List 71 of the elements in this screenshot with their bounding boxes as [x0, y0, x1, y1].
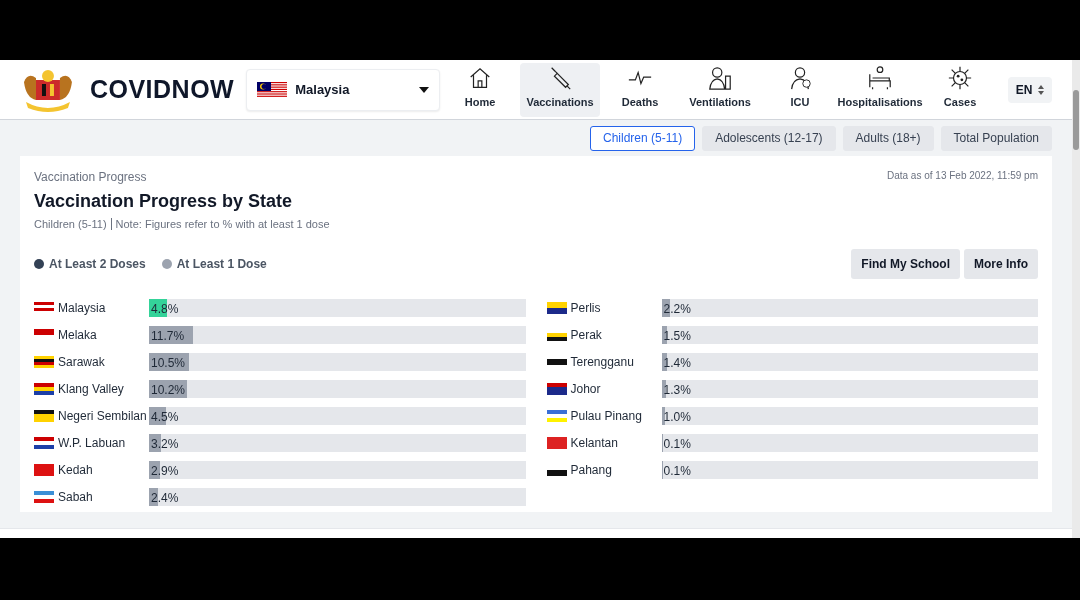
state-name: Perak	[570, 327, 602, 344]
card-eyebrow: Vaccination Progress	[34, 169, 148, 186]
percent-label: 3.2%	[151, 436, 179, 453]
flag-icon	[34, 302, 54, 314]
group-tab[interactable]: Children (5-11)	[590, 125, 696, 151]
flag-icon	[257, 81, 288, 98]
percent-label: 10.5%	[151, 355, 186, 372]
percent-label: 1.3%	[663, 382, 691, 399]
flag-icon	[546, 437, 567, 449]
flag-icon	[546, 356, 567, 368]
state-name: Kedah	[58, 462, 93, 479]
percent-label: 2.9%	[151, 463, 179, 480]
percent-label: 2.2%	[663, 301, 691, 318]
scrollbar[interactable]	[1072, 60, 1080, 538]
state-name: Pulau Pinang	[570, 408, 642, 425]
percent-label: 0.1%	[663, 436, 691, 453]
card-title: Vaccination Progress by State	[34, 190, 294, 213]
flag-icon	[546, 464, 567, 476]
state-name: Sabah	[58, 489, 93, 506]
percent-label: 1.5%	[663, 328, 691, 345]
flag-icon	[34, 329, 54, 341]
state-name: Sarawak	[58, 354, 105, 371]
flag-icon	[546, 410, 567, 422]
patient-icon	[707, 65, 734, 91]
group-tab[interactable]: Adults (18+)	[842, 125, 934, 151]
percent-label: 10.2%	[151, 382, 186, 399]
nav-tab[interactable]: Ventilations	[680, 62, 761, 117]
state-name: Kelantan	[570, 435, 618, 452]
legend-label: At Least 2 Doses	[49, 255, 146, 273]
flag-icon	[546, 383, 567, 395]
nav-tab[interactable]: Deaths	[600, 62, 681, 117]
flag-icon	[34, 491, 54, 503]
nav-tab[interactable]: Home	[440, 62, 521, 117]
flag-icon	[546, 302, 567, 314]
percent-label: 0.1%	[663, 463, 691, 480]
caret-icon	[419, 86, 430, 93]
updated-time: Data as of 13 Feb 2022, 11:59 pm	[886, 169, 1038, 183]
percent-label: 11.7%	[151, 328, 185, 345]
percent-label: 1.4%	[663, 355, 691, 372]
flag-icon	[34, 437, 54, 449]
state-name: Perlis	[570, 300, 601, 317]
flag-icon	[34, 383, 54, 395]
flag-icon	[546, 329, 567, 341]
nav-tab[interactable]: Vaccinations	[520, 62, 601, 117]
hospital-bed-icon	[867, 65, 894, 91]
state-name: Negeri Sembilan	[58, 408, 147, 425]
flag-icon	[34, 356, 54, 368]
flag-icon	[34, 464, 54, 476]
group-tab[interactable]: Total Population	[940, 125, 1052, 151]
sort-icon	[1038, 84, 1045, 95]
percent-label: 2.4%	[151, 490, 179, 507]
action-button[interactable]: Find My School	[851, 248, 960, 279]
note-text: Note: Figures refer to % with at least 1 dose	[115, 218, 330, 230]
state-name: Klang Valley	[58, 381, 124, 398]
state-name: Melaka	[58, 327, 97, 344]
action-button[interactable]: More Info	[964, 248, 1038, 279]
percent-label: 1.0%	[663, 409, 691, 426]
brand-name: COVIDNOW	[89, 73, 235, 105]
state-name: Pahang	[570, 462, 612, 479]
country-select[interactable]: Malaysia	[246, 68, 441, 111]
group-label: Children (5-11)	[34, 218, 107, 230]
group-tab[interactable]: Adolescents (12-17)	[702, 125, 836, 151]
state-name: Malaysia	[58, 300, 106, 317]
state-name: Terengganu	[570, 354, 634, 371]
state-name: W.P. Labuan	[58, 435, 126, 452]
state-name: Johor	[570, 381, 601, 398]
legend-label: At Least 1 Dose	[176, 255, 267, 273]
language-select[interactable]: EN	[1008, 76, 1052, 103]
flag-icon	[34, 410, 54, 422]
nav-tab[interactable]: Hospitalisations	[840, 62, 921, 117]
virus-icon	[947, 65, 974, 91]
